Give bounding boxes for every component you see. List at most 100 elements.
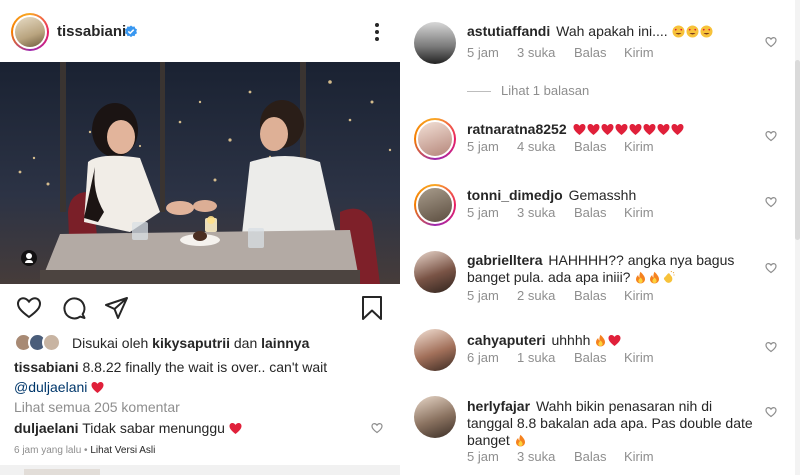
reply-button[interactable]: Balas [574, 449, 607, 464]
post-header: tissabiani [0, 0, 400, 62]
avatar[interactable] [414, 118, 456, 160]
profile-avatar[interactable] [11, 13, 49, 51]
comment-text: Gemasshh [568, 187, 637, 203]
comment-likes[interactable]: 3 suka [517, 45, 555, 60]
comment-username[interactable]: ratnaratna8252 [467, 121, 567, 137]
comment-username[interactable]: cahyaputeri [467, 332, 546, 348]
reply-button[interactable]: Balas [574, 45, 607, 60]
avatar[interactable] [414, 22, 456, 64]
comment-username[interactable]: gabrielltera [467, 252, 542, 268]
likes-and: dan [233, 335, 258, 351]
comment-body: herlyfajar Wahh bikin penasaran nih di t… [467, 398, 757, 449]
comment-time: 5 jam [467, 449, 499, 464]
comment-likes[interactable]: 4 suka [517, 139, 555, 154]
avatar[interactable] [414, 329, 456, 371]
comment-likes[interactable]: 2 suka [517, 288, 555, 303]
replies-line [467, 91, 491, 93]
comment-body: cahyaputeri uhhhh [467, 332, 757, 349]
send-button[interactable]: Kirim [624, 288, 654, 303]
send-button[interactable]: Kirim [624, 205, 654, 220]
liker-avatars[interactable] [14, 333, 70, 353]
avatar[interactable] [414, 251, 456, 293]
small-heart-icon[interactable] [765, 341, 777, 353]
next-post-preview[interactable] [0, 465, 400, 475]
comment-time: 6 jam [467, 350, 499, 365]
view-replies-link[interactable]: Lihat 1 balasan [467, 83, 589, 98]
send-button[interactable]: Kirim [624, 139, 654, 154]
comment-username[interactable]: duljaelani [14, 420, 79, 436]
small-heart-icon[interactable] [765, 262, 777, 274]
post-panel: tissabiani Disukai oleh kikysaputrii dan… [0, 0, 400, 475]
avatar[interactable] [414, 396, 456, 438]
clap-emoji-icon [664, 271, 675, 283]
comment-text: Wah apakah ini.... [556, 23, 668, 39]
fire-emoji-icon [596, 334, 606, 347]
comment-emojis [668, 23, 714, 39]
comment-time: 5 jam [467, 45, 499, 60]
view-replies-text: Lihat 1 balasan [501, 83, 590, 98]
caption-text: 8.8.22 finally the wait is over.. can't … [82, 359, 328, 375]
comment-likes[interactable]: 1 suka [517, 350, 555, 365]
time-text: 6 jam yang lalu [14, 445, 82, 456]
caption-mention[interactable]: @duljaelani [14, 379, 87, 395]
comment-icon[interactable] [61, 295, 87, 321]
small-heart-icon[interactable] [765, 36, 777, 48]
heart-emoji-icon [229, 423, 242, 434]
heart-emoji-icon [657, 124, 670, 135]
avatar[interactable] [414, 184, 456, 226]
comment-time: 5 jam [467, 288, 499, 303]
post-photo[interactable] [0, 62, 400, 284]
save-icon[interactable] [359, 295, 385, 321]
send-button[interactable]: Kirim [624, 45, 654, 60]
post-username[interactable]: tissabiani [57, 23, 126, 40]
share-icon[interactable] [104, 295, 130, 321]
heart-emoji-icon [601, 124, 614, 135]
comment-time: 5 jam [467, 139, 499, 154]
comment-text: Tidak sabar menunggu [82, 420, 225, 436]
heart-eyes-emoji-icon [700, 25, 713, 38]
reply-button[interactable]: Balas [574, 205, 607, 220]
comment-time: 5 jam [467, 205, 499, 220]
small-heart-icon[interactable] [765, 196, 777, 208]
reply-button[interactable]: Balas [574, 288, 607, 303]
fire-emoji-icon [515, 434, 525, 447]
heart-emoji-icon [91, 382, 104, 393]
small-heart-icon[interactable] [765, 406, 777, 418]
comment-username[interactable]: herlyfajar [467, 398, 530, 414]
small-heart-icon[interactable] [765, 130, 777, 142]
like-icon[interactable] [16, 295, 42, 321]
heart-emoji-icon [587, 124, 600, 135]
comment-text: uhhhh [551, 332, 591, 348]
view-original-link[interactable]: Lihat Versi Asli [90, 445, 155, 456]
send-button[interactable]: Kirim [624, 449, 654, 464]
avatar [42, 333, 61, 352]
tag-people-icon[interactable] [21, 250, 37, 266]
small-heart-icon[interactable] [371, 422, 383, 434]
likes-row: Disukai oleh kikysaputrii dan lainnya [14, 333, 394, 353]
fire-emoji-icon [636, 271, 646, 284]
comment-emojis [590, 332, 622, 348]
comment-body: astutiaffandi Wah apakah ini.... [467, 23, 757, 40]
comment-username[interactable]: astutiaffandi [467, 23, 550, 39]
comment-username[interactable]: tonni_dimedjo [467, 187, 563, 203]
heart-emoji-icon [643, 124, 656, 135]
separator: • [84, 445, 88, 456]
send-button[interactable]: Kirim [624, 350, 654, 365]
heart-emoji-icon [615, 124, 628, 135]
comment-body: tonni_dimedjo Gemasshh [467, 187, 757, 204]
comment-likes[interactable]: 3 suka [517, 449, 555, 464]
scrollbar-thumb[interactable] [795, 60, 800, 240]
reply-button[interactable]: Balas [574, 139, 607, 154]
likes-others-link[interactable]: lainnya [261, 335, 309, 351]
likes-prefix: Disukai oleh [72, 335, 149, 351]
more-options-icon[interactable] [368, 20, 386, 46]
heart-eyes-emoji-icon [686, 25, 699, 38]
view-all-comments-link[interactable]: Lihat semua 205 komentar [14, 399, 180, 415]
heart-emoji-icon [671, 124, 684, 135]
caption-username[interactable]: tissabiani [14, 359, 79, 375]
heart-emoji-icon [573, 124, 586, 135]
reply-button[interactable]: Balas [574, 350, 607, 365]
comments-panel: astutiaffandi Wah apakah ini.... 5 jam 3 … [406, 0, 800, 475]
comment-likes[interactable]: 3 suka [517, 205, 555, 220]
liker-username[interactable]: kikysaputrii [152, 335, 230, 351]
